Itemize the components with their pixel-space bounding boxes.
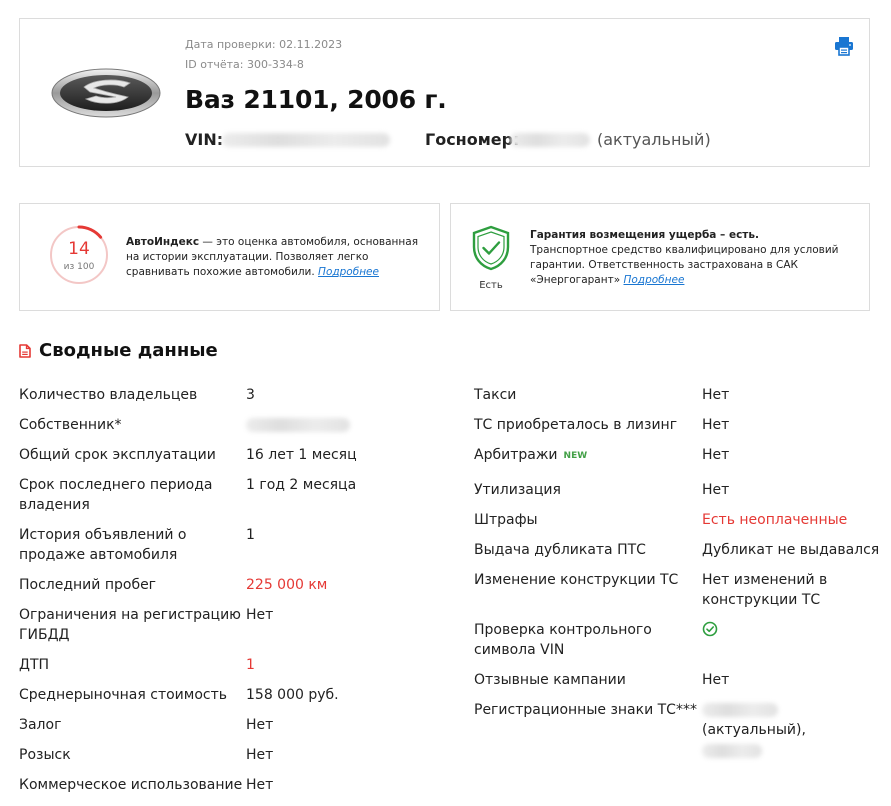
gosnomer-label: Госномер: [425, 130, 520, 149]
row-value: 3 [246, 387, 255, 403]
vehicle-title: Ваз 21101, 2006 г. [185, 85, 447, 114]
row-value: 16 лет 1 месяц [246, 447, 357, 463]
row-label: Отзывные кампании [474, 672, 626, 688]
autoindex-description: АвтоИндекс — это оценка автомобиля, осно… [126, 235, 422, 280]
check-date: Дата проверки: 02.11.2023 [185, 38, 343, 51]
summary-section-title: Сводные данные [19, 340, 218, 361]
guarantee-status: Есть [479, 280, 503, 291]
plate-value-masked [702, 703, 778, 717]
report-id: ID отчёта: 300-334-8 [185, 58, 304, 71]
row-label: Изменение конструкции ТС [474, 572, 679, 588]
row-value: Нет [702, 387, 730, 403]
printer-icon[interactable] [834, 36, 854, 56]
report-header-card: Дата проверки: 02.11.2023 ID отчёта: 300… [19, 18, 870, 167]
row-value: 225 000 км [246, 577, 328, 593]
row-value: Нет [702, 482, 730, 498]
row-value: Нет [702, 417, 730, 433]
row-value: Нет изменений в конструкции ТС [702, 572, 828, 608]
row-value: Есть неоплаченные [702, 512, 848, 528]
row-label: Общий срок эксплуатации [19, 447, 216, 463]
row-label: Залог [19, 717, 62, 733]
shield-check-icon [472, 225, 510, 271]
row-label: Регистрационные знаки ТС*** [474, 702, 697, 718]
row-label: Последний пробег [19, 577, 157, 593]
row-value: Нет [246, 717, 274, 733]
guarantee-card: Есть Гарантия возмещения ущерба – есть. … [450, 203, 870, 311]
new-badge: NEW [563, 451, 588, 461]
row-value: (актуальный), [702, 722, 806, 738]
row-value: 1 год 2 месяца [246, 477, 357, 493]
row-label: Выдача дубликата ПТС [474, 542, 646, 558]
guarantee-title: Гарантия возмещения ущерба – есть. [530, 229, 760, 241]
guarantee-more-link[interactable]: Подробнее [623, 274, 684, 286]
row-value: 158 000 руб. [246, 687, 339, 703]
row-label: Розыск [19, 747, 71, 763]
row-label: Срок последнего периода владения [19, 477, 213, 513]
row-label: Среднерыночная стоимость [19, 687, 228, 703]
row-label: Утилизация [474, 482, 561, 498]
autoindex-more-link[interactable]: Подробнее [318, 266, 379, 278]
row-label: Ограничения на регистрацию ГИБДД [19, 607, 241, 643]
arbitration-label: Арбитражи [474, 447, 558, 463]
autoindex-card: 14 из 100 АвтоИндекс — это оценка автомо… [19, 203, 440, 311]
row-value: Нет [246, 777, 274, 793]
vin-gosnomer-row: VIN: Госномер: (актуальный) [185, 130, 711, 149]
summary-title-text: Сводные данные [39, 340, 218, 361]
row-label: Количество владельцев [19, 387, 198, 403]
row-label: ДТП [19, 657, 50, 673]
row-label: Такси [474, 387, 517, 403]
row-value: 1 [246, 657, 255, 673]
vin-value-masked [222, 133, 390, 147]
lada-logo [51, 68, 161, 118]
row-label: Арбитражи NEW [474, 445, 587, 466]
row-value: Нет [246, 747, 274, 763]
check-circle-icon [702, 621, 718, 637]
vin-label: VIN: [185, 130, 224, 149]
row-value: Нет [246, 607, 274, 623]
plate-value-masked-2 [702, 744, 762, 758]
guarantee-description: Гарантия возмещения ущерба – есть. Транс… [530, 228, 840, 288]
row-label: Собственник* [19, 417, 122, 433]
row-value: Нет [702, 447, 730, 463]
gosnomer-value-masked [510, 133, 590, 147]
row-registration-plates: Регистрационные знаки ТС*** (актуальный)… [474, 700, 884, 770]
autoindex-score: 14 [68, 239, 90, 259]
row-value: Дубликат не выдавался [702, 542, 880, 558]
row-label: Коммерческое использование [19, 777, 243, 793]
document-icon [19, 343, 31, 358]
gosnomer-status: (актуальный) [597, 130, 711, 149]
row-value [702, 621, 718, 643]
row-label: История объявлений о продаже автомобиля [19, 527, 187, 563]
row-label: Проверка контрольного символа VIN [474, 622, 652, 658]
owner-value-masked [246, 418, 350, 432]
autoindex-title: АвтоИндекс [126, 236, 200, 248]
autoindex-score-max: из 100 [63, 262, 95, 272]
row-label: ТС приобреталось в лизинг [474, 417, 678, 433]
row-value: Нет [702, 672, 730, 688]
row-label: Штрафы [474, 512, 538, 528]
row-value: 1 [246, 527, 255, 543]
